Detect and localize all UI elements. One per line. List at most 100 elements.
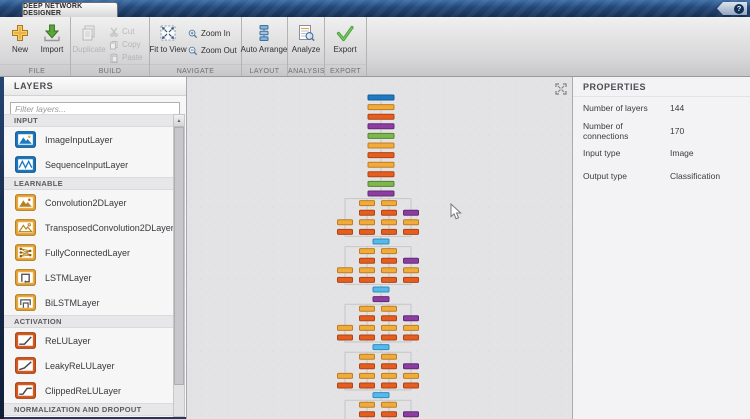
network-layer-concat[interactable] xyxy=(372,344,390,351)
network-layer-relu[interactable] xyxy=(403,228,419,235)
import-button[interactable]: Import xyxy=(36,17,68,55)
network-layer-conv[interactable] xyxy=(381,305,397,312)
network-layer-norm[interactable] xyxy=(367,132,395,139)
network-layer-relu[interactable] xyxy=(403,382,419,389)
auto-arrange-button[interactable]: Auto Arrange xyxy=(241,17,287,55)
network-layer-relu[interactable] xyxy=(403,334,419,341)
network-layer-conv[interactable] xyxy=(403,372,419,379)
network-layer-conv[interactable] xyxy=(359,401,375,408)
network-layer-relu[interactable] xyxy=(337,276,353,283)
network-layer-relu[interactable] xyxy=(381,382,397,389)
duplicate-button[interactable]: Duplicate xyxy=(71,17,107,55)
network-layer-conv[interactable] xyxy=(359,200,375,207)
network-layer-concat[interactable] xyxy=(372,238,390,245)
network-canvas[interactable] xyxy=(187,77,572,419)
network-layer-pool[interactable] xyxy=(403,363,419,370)
network-layer-conv[interactable] xyxy=(403,324,419,331)
network-layer-conv[interactable] xyxy=(337,324,353,331)
layer-item-LeakyReLULayer[interactable]: LeakyReLULayer xyxy=(4,353,173,378)
scroll-up-arrow[interactable]: ▲ xyxy=(174,115,184,127)
network-layer-input[interactable] xyxy=(367,94,395,101)
network-layer-relu[interactable] xyxy=(367,113,395,120)
fit-to-view-button[interactable]: Fit to View xyxy=(149,17,187,55)
network-layer-conv[interactable] xyxy=(381,372,397,379)
network-layer-relu[interactable] xyxy=(381,276,397,283)
network-layer-relu[interactable] xyxy=(359,382,375,389)
layer-item-SequenceInputLayer[interactable]: SequenceInputLayer xyxy=(4,152,173,177)
layers-scrollbar[interactable]: ▲ xyxy=(173,114,185,417)
layer-item-ImageInputLayer[interactable]: ImageInputLayer xyxy=(4,127,173,152)
network-layer-conv[interactable] xyxy=(381,200,397,207)
network-layer-conv[interactable] xyxy=(381,353,397,360)
network-layer-conv[interactable] xyxy=(403,267,419,274)
network-layer-conv[interactable] xyxy=(367,161,395,168)
scroll-thumb[interactable] xyxy=(174,127,184,385)
network-layer-relu[interactable] xyxy=(337,334,353,341)
network-layer-relu[interactable] xyxy=(381,411,397,418)
network-layer-pool[interactable] xyxy=(367,190,395,197)
zoom-in-button[interactable]: Zoom In xyxy=(186,25,238,42)
network-layer-relu[interactable] xyxy=(359,315,375,322)
network-layer-relu[interactable] xyxy=(367,152,395,159)
app-tab[interactable]: DEEP NETWORK DESIGNER xyxy=(22,2,118,17)
help-badge[interactable]: ? xyxy=(717,2,747,15)
network-layer-conv[interactable] xyxy=(359,372,375,379)
network-layer-conv[interactable] xyxy=(359,248,375,255)
layer-item-ClippedReLULayer[interactable]: ClippedReLULayer xyxy=(4,378,173,403)
network-layer-conv[interactable] xyxy=(337,267,353,274)
network-layer-conv[interactable] xyxy=(381,267,397,274)
network-layer-conv[interactable] xyxy=(381,324,397,331)
network-layer-relu[interactable] xyxy=(359,276,375,283)
layer-item-Convolution2DLayer[interactable]: Convolution2DLayer xyxy=(4,190,173,215)
network-layer-relu[interactable] xyxy=(381,228,397,235)
network-layer-relu[interactable] xyxy=(381,209,397,216)
network-layer-conv[interactable] xyxy=(359,219,375,226)
network-layer-relu[interactable] xyxy=(359,363,375,370)
network-layer-pool[interactable] xyxy=(367,123,395,130)
layer-item-LSTMLayer[interactable]: LSTMLayer xyxy=(4,265,173,290)
analyze-button[interactable]: Analyze xyxy=(288,17,324,55)
network-layer-relu[interactable] xyxy=(337,228,353,235)
network-layer-conv[interactable] xyxy=(359,305,375,312)
layer-item-BiLSTMLayer[interactable]: BiLSTMLayer xyxy=(4,290,173,315)
network-layer-relu[interactable] xyxy=(359,334,375,341)
network-layer-conv[interactable] xyxy=(381,219,397,226)
network-layer-relu[interactable] xyxy=(337,382,353,389)
network-layer-conv[interactable] xyxy=(337,219,353,226)
network-layer-pool[interactable] xyxy=(403,411,419,418)
network-layer-conv[interactable] xyxy=(381,401,397,408)
network-layer-concat[interactable] xyxy=(372,392,390,399)
network-layer-conv[interactable] xyxy=(337,372,353,379)
layer-item-FullyConnectedLayer[interactable]: FullyConnectedLayer xyxy=(4,240,173,265)
network-layer-conv[interactable] xyxy=(381,248,397,255)
network-layer-conv[interactable] xyxy=(403,219,419,226)
network-layer-conv[interactable] xyxy=(359,353,375,360)
copy-button[interactable]: Copy xyxy=(107,38,147,51)
network-layer-relu[interactable] xyxy=(359,257,375,264)
network-layer-relu[interactable] xyxy=(367,171,395,178)
network-layer-concat[interactable] xyxy=(372,286,390,293)
layer-item-ReLULayer[interactable]: ReLULayer xyxy=(4,328,173,353)
network-layer-relu[interactable] xyxy=(381,315,397,322)
network-layer-conv[interactable] xyxy=(367,104,395,111)
network-layer-relu[interactable] xyxy=(403,276,419,283)
network-layer-conv[interactable] xyxy=(359,324,375,331)
new-button[interactable]: New xyxy=(4,17,36,55)
network-layer-pool[interactable] xyxy=(403,257,419,264)
network-layer-relu[interactable] xyxy=(381,334,397,341)
network-layer-relu[interactable] xyxy=(359,209,375,216)
export-button[interactable]: Export xyxy=(325,17,365,55)
network-layer-relu[interactable] xyxy=(359,228,375,235)
zoom-out-button[interactable]: Zoom Out xyxy=(186,42,238,59)
network-layer-pool[interactable] xyxy=(372,296,390,303)
network-layer-relu[interactable] xyxy=(381,257,397,264)
network-layer-conv[interactable] xyxy=(359,267,375,274)
layer-item-TransposedConvolution2DLayer[interactable]: TransposedConvolution2DLayer xyxy=(4,215,173,240)
network-layer-conv[interactable] xyxy=(367,142,395,149)
network-layer-relu[interactable] xyxy=(381,363,397,370)
network-layer-pool[interactable] xyxy=(403,209,419,216)
network-layer-norm[interactable] xyxy=(367,180,395,187)
cut-button[interactable]: Cut xyxy=(107,25,147,38)
paste-button[interactable]: Paste xyxy=(107,51,147,64)
expand-button[interactable] xyxy=(554,82,568,96)
